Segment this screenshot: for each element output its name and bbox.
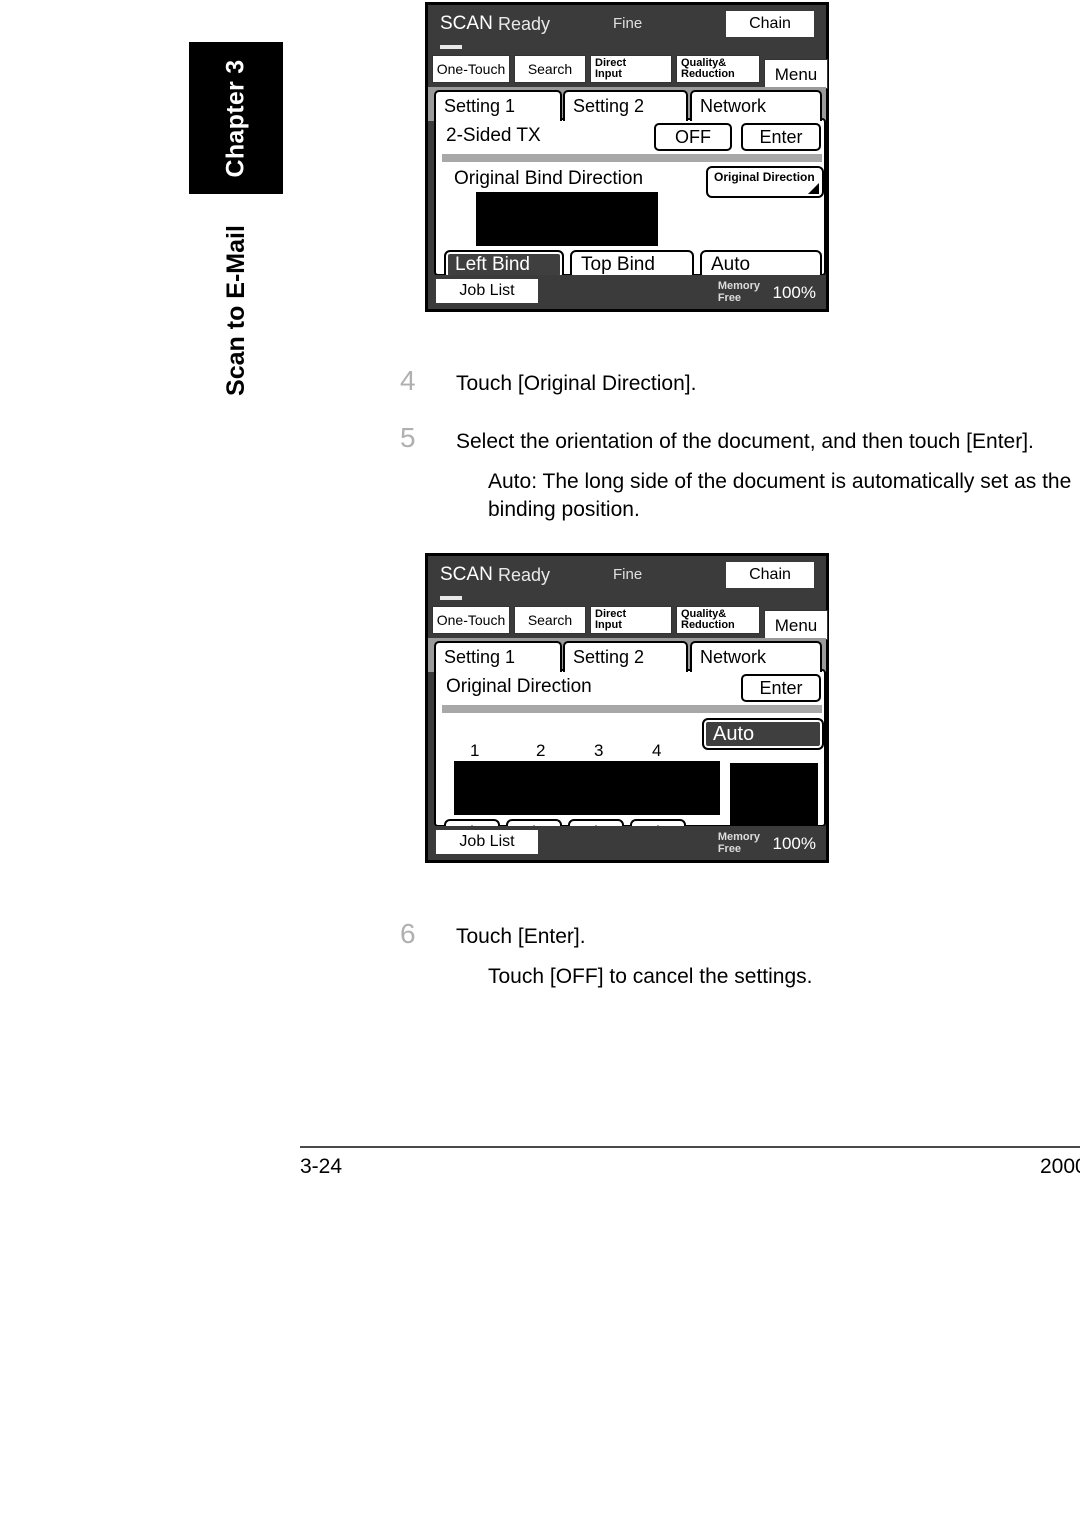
lcd2-quality-label: Fine xyxy=(613,566,643,583)
lcd2-status-dash xyxy=(440,596,462,600)
footer-right-text: 2000 xyxy=(1040,1155,1080,1178)
step-6-number: 6 xyxy=(400,918,416,949)
lcd2-number-1: 1 xyxy=(470,741,480,760)
chapter-tab: Chapter 3 xyxy=(189,42,283,194)
lcd2-search-button[interactable]: Search xyxy=(514,606,586,634)
lcd2-footer-bar: Job List Memory Free 100% xyxy=(428,826,826,860)
lcd1-tab-setting2[interactable]: Setting 2 xyxy=(563,90,688,121)
lcd1-quality-label: Fine xyxy=(613,15,643,32)
lcd2-menu-button[interactable]: Menu xyxy=(764,610,828,640)
step-4-number: 4 xyxy=(400,365,416,396)
lcd1-memory-line2: Free xyxy=(717,292,742,305)
lcd2-one-touch-button[interactable]: One-Touch xyxy=(432,606,510,634)
page-number: 3-24 xyxy=(300,1155,343,1178)
step-6-text: Touch [Enter]. xyxy=(456,925,586,948)
lcd1-original-direction-line2: Direction xyxy=(762,170,815,184)
lcd1-direct-input-button[interactable]: Direct Input xyxy=(590,55,672,83)
lcd1-memory-percent: 100% xyxy=(772,283,816,302)
lcd1-off-button[interactable]: OFF xyxy=(654,123,732,151)
lcd1-enter-button[interactable]: Enter xyxy=(741,123,821,151)
lcd2-number-3: 3 xyxy=(594,741,604,760)
submenu-corner-icon xyxy=(808,183,819,194)
lcd2-tab-network[interactable]: Network xyxy=(690,641,822,672)
lcd-screenshot-1: SCAN Ready Fine Chain One-Touch Search D… xyxy=(425,2,829,312)
lcd1-quality-line2: Reduction xyxy=(681,68,735,80)
step-4-text: Touch [Original Direction]. xyxy=(456,372,697,395)
lcd1-mode-label: SCAN xyxy=(440,13,493,34)
lcd1-direct-input-line2: Input xyxy=(595,68,622,80)
lcd2-direct-input-line2: Input xyxy=(595,619,622,631)
lcd2-memory-percent: 100% xyxy=(772,834,816,853)
lcd2-number-2: 2 xyxy=(536,741,546,760)
lcd2-memory-label: Memory Free xyxy=(718,831,760,855)
lcd1-memory-label: Memory Free xyxy=(718,280,760,304)
lcd1-chain-button[interactable]: Chain xyxy=(726,11,814,37)
lcd1-job-list-button[interactable]: Job List xyxy=(436,279,538,303)
lcd1-redacted-image xyxy=(476,192,658,246)
lcd1-ready-label: Ready xyxy=(498,14,551,34)
step-5-text: Select the orientation of the document, … xyxy=(456,430,1034,453)
lcd1-original-direction-button[interactable]: Original Direction xyxy=(706,166,824,198)
lcd2-enter-button[interactable]: Enter xyxy=(741,674,821,702)
page-sidebar: Chapter 3 Scan to E-Mail xyxy=(0,0,300,1530)
lcd2-quality-reduction-button[interactable]: Quality& Reduction xyxy=(676,606,760,634)
lcd2-title-underline xyxy=(442,705,822,713)
step-5-note-line2: binding position. xyxy=(488,498,640,522)
lcd2-direct-input-button[interactable]: Direct Input xyxy=(590,606,672,634)
lcd2-quality-line2: Reduction xyxy=(681,619,735,631)
lcd2-content-title: Original Direction xyxy=(446,676,592,697)
manual-page: Chapter 3 Scan to E-Mail SCAN Ready Fine… xyxy=(0,0,1080,1530)
step-5-number: 5 xyxy=(400,422,416,453)
lcd-screenshot-2: SCAN Ready Fine Chain One-Touch Search D… xyxy=(425,553,829,863)
lcd2-memory-line2: Free xyxy=(717,843,742,856)
chapter-tab-label: Chapter 3 xyxy=(221,58,250,178)
lcd2-tab-setting2[interactable]: Setting 2 xyxy=(563,641,688,672)
lcd1-function-row: One-Touch Search Direct Input Quality& R… xyxy=(428,51,828,89)
lcd1-one-touch-button[interactable]: One-Touch xyxy=(432,55,510,83)
lcd2-tab-setting1[interactable]: Setting 1 xyxy=(434,641,562,672)
lcd2-redacted-orientation-strip xyxy=(454,761,720,815)
lcd2-chain-button[interactable]: Chain xyxy=(726,562,814,588)
lcd1-original-direction-line1: Original xyxy=(714,170,760,184)
step-6-note: Touch [OFF] to cancel the settings. xyxy=(488,963,1080,991)
lcd1-content-area: 2-Sided TX OFF Enter Original Bind Direc… xyxy=(434,118,826,280)
lcd1-footer-bar: Job List Memory Free 100% xyxy=(428,275,826,309)
lcd1-search-button[interactable]: Search xyxy=(514,55,586,83)
footer-divider xyxy=(300,1146,1080,1148)
lcd1-status-dash xyxy=(440,45,462,49)
running-head: Scan to E-Mail xyxy=(189,200,283,420)
lcd2-memory-line1: Memory xyxy=(717,831,760,843)
running-head-label: Scan to E-Mail xyxy=(221,224,250,396)
lcd1-menu-button[interactable]: Menu xyxy=(764,59,828,89)
lcd2-content-area: Original Direction Enter Auto 1 2 3 4 xyxy=(434,669,826,843)
lcd2-function-row: One-Touch Search Direct Input Quality& R… xyxy=(428,602,828,640)
step-5-note-line1: Auto: The long side of the document is a… xyxy=(488,470,1072,493)
lcd2-status-bar: SCAN Ready Fine Chain xyxy=(428,556,826,602)
lcd1-tab-setting1[interactable]: Setting 1 xyxy=(434,90,562,121)
lcd2-auto-button[interactable]: Auto xyxy=(702,718,824,750)
lcd1-sub-label: Original Bind Direction xyxy=(454,168,644,189)
lcd1-content-title: 2-Sided TX xyxy=(446,125,541,146)
lcd2-ready-label: Ready xyxy=(498,565,551,585)
lcd2-number-4: 4 xyxy=(652,741,662,760)
lcd1-title-underline xyxy=(442,154,822,162)
lcd1-tab-network[interactable]: Network xyxy=(690,90,822,121)
step-5-note: Auto: The long side of the document is a… xyxy=(488,468,1080,525)
step-6-note-line1: Touch [OFF] to cancel the settings. xyxy=(488,965,813,988)
lcd1-memory-line1: Memory xyxy=(717,280,760,292)
lcd2-job-list-button[interactable]: Job List xyxy=(436,830,538,854)
lcd2-tab-row: Setting 1 Setting 2 Network xyxy=(428,638,826,672)
lcd1-quality-reduction-button[interactable]: Quality& Reduction xyxy=(676,55,760,83)
lcd1-tab-row: Setting 1 Setting 2 Network xyxy=(428,87,826,121)
lcd2-mode-label: SCAN xyxy=(440,564,493,585)
lcd1-status-bar: SCAN Ready Fine Chain xyxy=(428,5,826,51)
